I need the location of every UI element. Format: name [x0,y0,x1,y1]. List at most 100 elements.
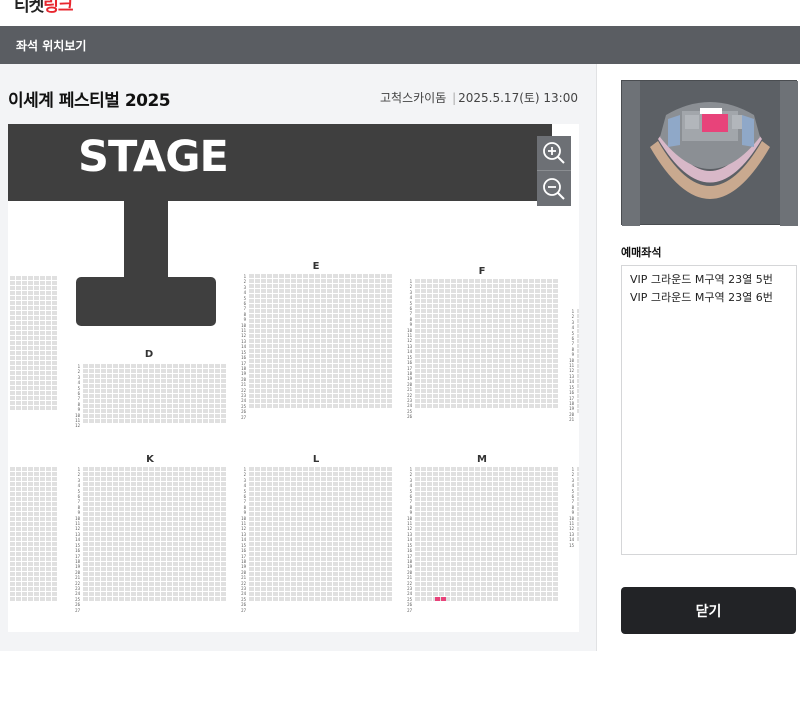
seat[interactable] [481,369,486,373]
seat[interactable] [52,592,57,596]
seat[interactable] [255,314,260,318]
seat[interactable] [89,482,94,486]
seat[interactable] [89,567,94,571]
seat[interactable] [155,472,160,476]
seat[interactable] [351,319,356,323]
seat[interactable] [363,394,368,398]
seat[interactable] [267,487,272,491]
seat[interactable] [333,537,338,541]
seat[interactable] [107,542,112,546]
seat[interactable] [291,537,296,541]
seat[interactable] [16,547,21,551]
seat[interactable] [113,482,118,486]
seat[interactable] [89,572,94,576]
seat[interactable] [125,547,130,551]
seat[interactable] [209,399,214,403]
seat[interactable] [387,517,392,521]
seat[interactable] [505,532,510,536]
seat[interactable] [445,384,450,388]
seat[interactable] [315,592,320,596]
seat[interactable] [439,472,444,476]
seat[interactable] [433,289,438,293]
seat[interactable] [273,314,278,318]
seat[interactable] [369,284,374,288]
seat[interactable] [499,577,504,581]
seat[interactable] [107,374,112,378]
seat[interactable] [83,507,88,511]
seat[interactable] [381,482,386,486]
seat[interactable] [517,399,522,403]
seat[interactable] [309,379,314,383]
seat[interactable] [267,394,272,398]
seat[interactable] [131,542,136,546]
seat[interactable] [315,597,320,601]
seat[interactable] [167,472,172,476]
seat[interactable] [10,572,15,576]
seat[interactable] [481,497,486,501]
seat[interactable] [303,597,308,601]
seat[interactable] [101,374,106,378]
seat[interactable] [523,319,528,323]
seat[interactable] [173,552,178,556]
seat[interactable] [255,582,260,586]
seat[interactable] [375,309,380,313]
seat[interactable] [553,482,558,486]
seat[interactable] [137,587,142,591]
seat[interactable] [541,349,546,353]
seat[interactable] [541,339,546,343]
seat[interactable] [161,552,166,556]
seat[interactable] [249,329,254,333]
seat[interactable] [279,547,284,551]
seat[interactable] [457,587,462,591]
seat[interactable] [309,344,314,348]
seat[interactable] [28,552,33,556]
seat[interactable] [547,472,552,476]
seat[interactable] [439,512,444,516]
seat[interactable] [421,284,426,288]
seat[interactable] [535,532,540,536]
seat[interactable] [469,582,474,586]
seat[interactable] [505,359,510,363]
seat[interactable] [463,319,468,323]
seat[interactable] [433,467,438,471]
seat[interactable] [493,309,498,313]
seat[interactable] [119,532,124,536]
seat[interactable] [113,467,118,471]
seat[interactable] [215,399,220,403]
seat[interactable] [16,351,21,355]
seat[interactable] [40,361,45,365]
seat[interactable] [381,324,386,328]
seat[interactable] [517,482,522,486]
seat[interactable] [89,542,94,546]
seat[interactable] [273,577,278,581]
seat[interactable] [415,404,420,408]
seat[interactable] [267,354,272,358]
seat[interactable] [511,532,516,536]
seat[interactable] [333,562,338,566]
seat[interactable] [209,547,214,551]
seat[interactable] [369,394,374,398]
seat[interactable] [421,404,426,408]
seat[interactable] [203,482,208,486]
seat[interactable] [505,522,510,526]
seat[interactable] [553,517,558,521]
seat[interactable] [481,472,486,476]
seat[interactable] [415,502,420,506]
seat[interactable] [535,587,540,591]
seat[interactable] [463,399,468,403]
seat[interactable] [321,339,326,343]
seat[interactable] [101,419,106,423]
seat[interactable] [34,306,39,310]
seat[interactable] [119,567,124,571]
seat[interactable] [125,572,130,576]
seat[interactable] [167,374,172,378]
seat[interactable] [451,394,456,398]
seat[interactable] [197,547,202,551]
seat[interactable] [10,582,15,586]
seat[interactable] [309,289,314,293]
seat[interactable] [321,507,326,511]
seat[interactable] [179,482,184,486]
seat[interactable] [357,359,362,363]
seat[interactable] [10,276,15,280]
seat[interactable] [131,414,136,418]
